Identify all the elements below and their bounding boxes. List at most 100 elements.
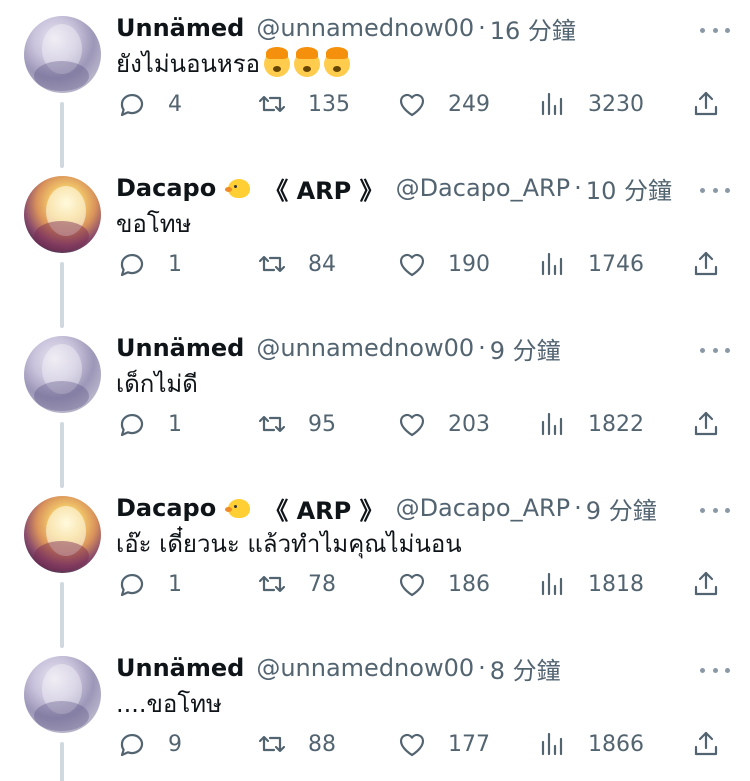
- tweet[interactable]: Dacapo 《 ARP 》 @Dacapo_ARP · 10 分鐘 ขอโทษ 1 84 19…: [0, 160, 750, 328]
- share-button[interactable]: [690, 246, 722, 282]
- retweet-button[interactable]: 78: [256, 566, 336, 602]
- retweet-button[interactable]: 84: [256, 246, 336, 282]
- display-name[interactable]: Unnämed: [116, 334, 244, 362]
- tweet[interactable]: Unnämed @unnamednow00 · 9 分鐘 เด็กไม่ดี 1 95 203…: [0, 320, 750, 488]
- views-button[interactable]: 1822: [536, 406, 644, 442]
- retweet-icon: [258, 735, 286, 753]
- reply-count: 1: [168, 411, 182, 437]
- user-handle[interactable]: @unnamednow00: [256, 334, 474, 362]
- tweet-header: Dacapo 《 ARP 》 @Dacapo_ARP · 10 分鐘: [116, 170, 730, 206]
- tweet-text-row: ขอโทษ: [116, 206, 730, 242]
- exploding-head-emoji-icon: [324, 47, 351, 77]
- avatar[interactable]: [24, 496, 101, 573]
- views-button[interactable]: 1746: [536, 246, 644, 282]
- share-button[interactable]: [690, 726, 722, 762]
- tweet-text-row: ยังไม่นอนหรอ: [116, 46, 730, 82]
- retweet-button[interactable]: 95: [256, 406, 336, 442]
- thread-connector-line: [60, 422, 64, 488]
- like-button[interactable]: 203: [396, 406, 490, 442]
- tweet-actions: 1 95 203 1822: [116, 406, 726, 442]
- more-dot: [725, 507, 730, 513]
- views-button[interactable]: 1866: [536, 726, 644, 762]
- timestamp[interactable]: 9 分鐘: [490, 331, 561, 366]
- bar-chart-icon: [541, 252, 563, 276]
- like-button[interactable]: 249: [396, 86, 490, 122]
- tweet-text: เด็กไม่ดี: [116, 370, 198, 398]
- reply-button[interactable]: 4: [116, 86, 182, 122]
- tweet-text: เอ๊ะ เดี๋ยวนะ แล้วทำไมคุณไม่นอน: [116, 530, 462, 558]
- more-dot: [725, 27, 730, 33]
- tweet-header: Unnämed @unnamednow00 · 8 分鐘: [116, 650, 730, 686]
- avatar[interactable]: [24, 176, 101, 253]
- separator-dot: ·: [574, 494, 582, 522]
- like-button[interactable]: 186: [396, 566, 490, 602]
- tweet[interactable]: Unnämed @unnamednow00 · 16 分鐘 ยังไม่นอนหรอ 4 1…: [0, 0, 750, 168]
- more-options-icon[interactable]: [700, 500, 730, 520]
- retweet-button[interactable]: 135: [256, 86, 350, 122]
- timestamp[interactable]: 8 分鐘: [490, 651, 561, 686]
- more-dot: [700, 187, 705, 193]
- reply-button[interactable]: 1: [116, 406, 182, 442]
- retweet-button[interactable]: 88: [256, 726, 336, 762]
- display-name[interactable]: Dacapo: [116, 494, 216, 522]
- avatar[interactable]: [24, 656, 101, 733]
- exploding-head-emoji-icon: [294, 47, 321, 77]
- user-handle[interactable]: @unnamednow00: [256, 654, 474, 682]
- avatar-column: [24, 496, 101, 573]
- tweet-text: ยังไม่นอนหรอ: [116, 50, 261, 78]
- user-handle[interactable]: @Dacapo_ARP: [396, 174, 571, 202]
- display-name-suffix[interactable]: 《 ARP 》: [264, 491, 383, 526]
- display-name[interactable]: Dacapo: [116, 174, 216, 202]
- view-count: 1822: [588, 411, 644, 437]
- tweet-content: Unnämed @unnamednow00 · 9 分鐘 เด็กไม่ดี: [116, 330, 730, 402]
- bar-chart-icon: [541, 412, 563, 436]
- reply-count: 1: [168, 251, 182, 277]
- avatar-column: [24, 176, 101, 253]
- user-handle[interactable]: @unnamednow00: [256, 14, 474, 42]
- like-count: 186: [448, 571, 490, 597]
- tweet-text: ....ขอโทษ: [116, 690, 222, 718]
- retweet-icon: [258, 95, 286, 113]
- reply-button[interactable]: 1: [116, 246, 182, 282]
- share-button[interactable]: [690, 86, 722, 122]
- avatar-shade: [34, 541, 89, 571]
- more-dot: [712, 347, 718, 353]
- timestamp[interactable]: 9 分鐘: [586, 491, 657, 526]
- more-options-icon[interactable]: [700, 340, 730, 360]
- tweet-content: Unnämed @unnamednow00 · 16 分鐘 ยังไม่นอนหรอ: [116, 10, 730, 82]
- avatar[interactable]: [24, 16, 101, 93]
- retweet-icon: [258, 255, 286, 273]
- more-dot: [725, 187, 730, 193]
- tweet-content: Unnämed @unnamednow00 · 8 分鐘 ....ขอโทษ: [116, 650, 730, 722]
- reply-icon: [120, 733, 144, 757]
- avatar[interactable]: [24, 336, 101, 413]
- reply-count: 1: [168, 571, 182, 597]
- more-options-icon[interactable]: [700, 180, 730, 200]
- more-options-icon[interactable]: [700, 20, 730, 40]
- like-button[interactable]: 177: [396, 726, 490, 762]
- share-button[interactable]: [690, 406, 722, 442]
- tweet[interactable]: Unnämed @unnamednow00 · 8 分鐘 ....ขอโทษ 9 88 177…: [0, 640, 750, 781]
- retweet-count: 78: [308, 571, 336, 597]
- more-dot: [700, 27, 705, 33]
- share-button[interactable]: [690, 566, 722, 602]
- display-name-suffix[interactable]: 《 ARP 》: [264, 171, 383, 206]
- views-button[interactable]: 1818: [536, 566, 644, 602]
- separator-dot: ·: [478, 14, 486, 42]
- tweet-header: Unnämed @unnamednow00 · 9 分鐘: [116, 330, 730, 366]
- reply-button[interactable]: 9: [116, 726, 182, 762]
- bar-chart-icon: [541, 732, 563, 756]
- tweet[interactable]: Dacapo 《 ARP 》 @Dacapo_ARP · 9 分鐘 เอ๊ะ เดี๋ยว…: [0, 480, 750, 648]
- timestamp[interactable]: 10 分鐘: [586, 171, 672, 206]
- views-button[interactable]: 3230: [536, 86, 644, 122]
- separator-dot: ·: [478, 654, 486, 682]
- like-button[interactable]: 190: [396, 246, 490, 282]
- timestamp[interactable]: 16 分鐘: [490, 11, 576, 46]
- display-name[interactable]: Unnämed: [116, 14, 244, 42]
- more-options-icon[interactable]: [700, 660, 730, 680]
- more-dot: [712, 667, 718, 673]
- reply-button[interactable]: 1: [116, 566, 182, 602]
- user-handle[interactable]: @Dacapo_ARP: [396, 494, 571, 522]
- display-name[interactable]: Unnämed: [116, 654, 244, 682]
- more-dot: [700, 347, 705, 353]
